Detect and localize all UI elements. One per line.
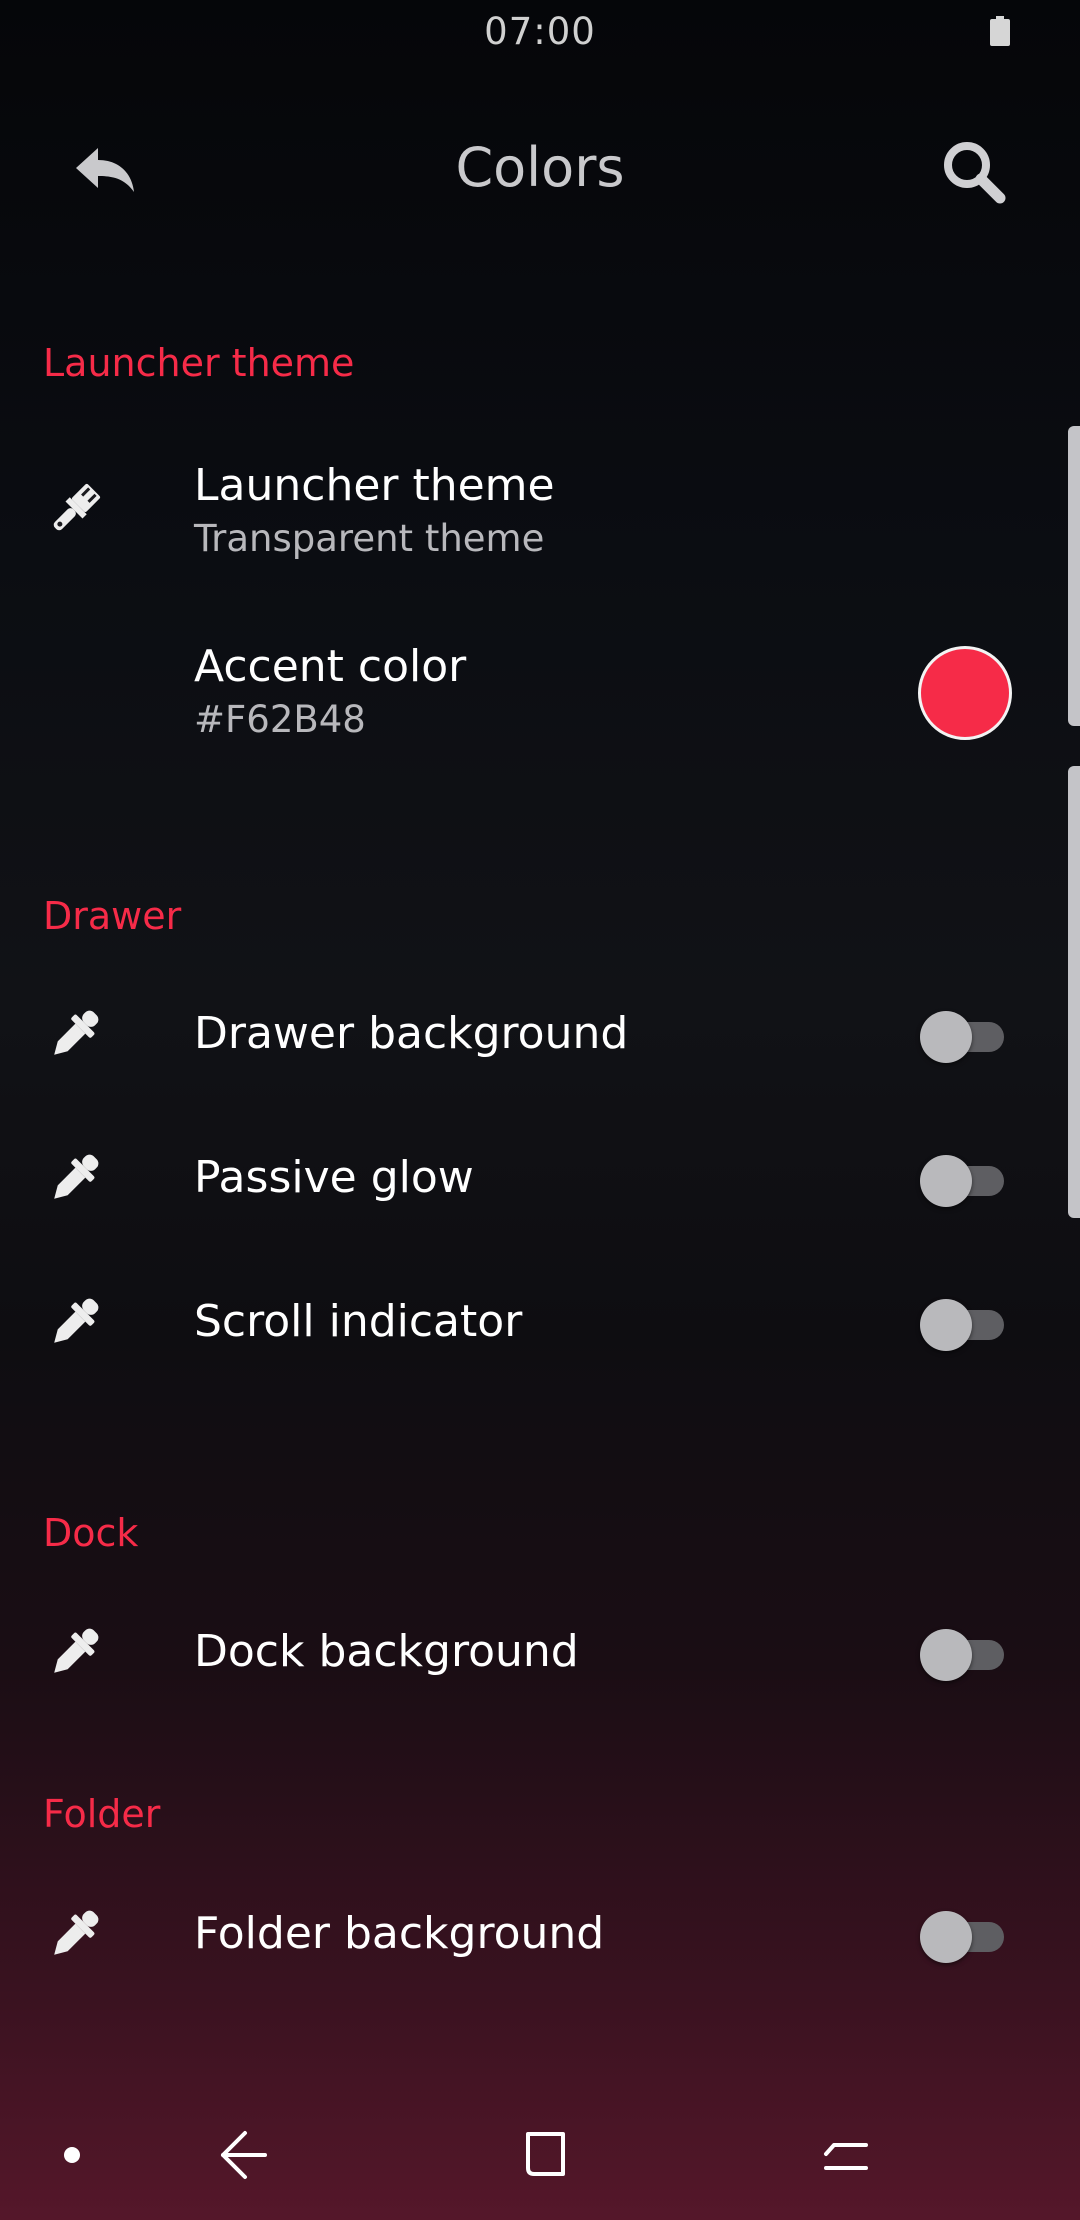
row-title: Passive glow: [194, 1152, 474, 1203]
drawer-background-row[interactable]: Drawer background: [0, 1000, 1080, 1110]
battery-full-icon: [990, 16, 1010, 46]
row-title: Scroll indicator: [194, 1296, 523, 1347]
folder-background-toggle[interactable]: [918, 1908, 1008, 1964]
eyedropper-icon: [54, 1154, 99, 1199]
row-title: Accent color: [194, 641, 467, 692]
scroll-indicator-row[interactable]: Scroll indicator: [0, 1288, 1080, 1398]
toggle-thumb: [920, 1299, 972, 1351]
recents-icon[interactable]: [503, 2120, 583, 2190]
switch-icon[interactable]: [806, 2120, 886, 2190]
status-time: 07:00: [484, 10, 596, 53]
page-title: Colors: [455, 136, 625, 199]
dot-icon[interactable]: [32, 2120, 112, 2190]
eyedropper-icon: [54, 1298, 99, 1343]
row-subtitle: Transparent theme: [194, 517, 545, 560]
drawer-background-toggle[interactable]: [918, 1008, 1008, 1064]
toggle-thumb: [920, 1629, 972, 1681]
dock-background-row[interactable]: Dock background: [0, 1618, 1080, 1728]
row-title: Dock background: [194, 1626, 579, 1677]
row-title: Drawer background: [194, 1008, 629, 1059]
search-icon[interactable]: [940, 138, 1010, 208]
row-title: Folder background: [194, 1908, 605, 1959]
eyedropper-icon: [54, 1910, 99, 1955]
scrollbar-segment-upper[interactable]: [1068, 426, 1080, 726]
toggle-thumb: [920, 1155, 972, 1207]
scroll-indicator-toggle[interactable]: [918, 1296, 1008, 1352]
section-header-folder: Folder: [43, 1792, 161, 1836]
section-header-dock: Dock: [43, 1511, 139, 1555]
accent-hex-value: #F62B48: [194, 698, 366, 741]
launcher-theme-row[interactable]: Launcher theme Transparent theme: [0, 450, 1080, 570]
section-header-launcher-theme: Launcher theme: [43, 341, 355, 385]
passive-glow-toggle[interactable]: [918, 1152, 1008, 1208]
eyedropper-icon: [54, 1628, 99, 1673]
toggle-thumb: [920, 1011, 972, 1063]
passive-glow-row[interactable]: Passive glow: [0, 1144, 1080, 1254]
back-arrow-icon[interactable]: [203, 2120, 283, 2190]
accent-color-row[interactable]: Accent color #F62B48: [0, 634, 1080, 754]
scrollbar-thumb[interactable]: [1068, 766, 1080, 1218]
eyedropper-icon: [54, 1010, 99, 1055]
folder-background-row[interactable]: Folder background: [0, 1900, 1080, 2010]
toggle-thumb: [920, 1911, 972, 1963]
section-header-drawer: Drawer: [43, 894, 182, 938]
row-title: Launcher theme: [194, 460, 555, 511]
paint-brush-icon: [53, 483, 101, 531]
dock-background-toggle[interactable]: [918, 1626, 1008, 1682]
accent-color-swatch[interactable]: [918, 646, 1012, 740]
